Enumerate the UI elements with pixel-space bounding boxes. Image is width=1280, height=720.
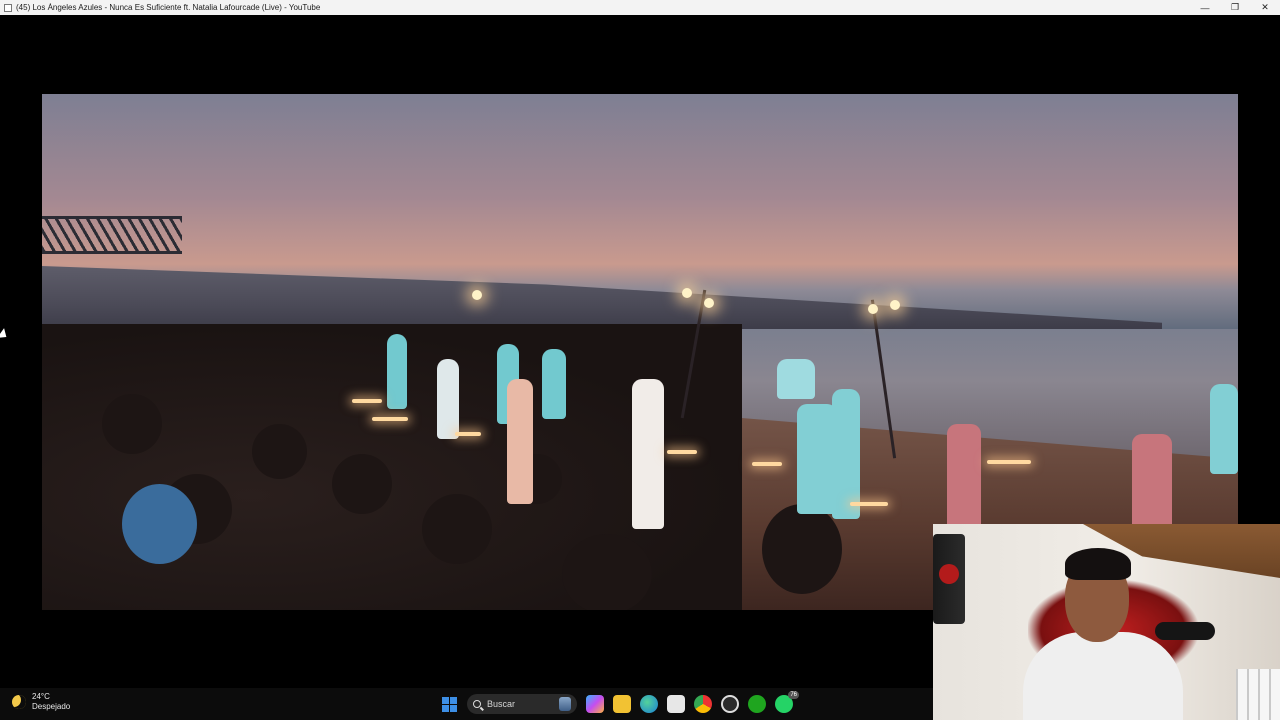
whatsapp-badge: 76 [788,691,799,699]
taskbar-search[interactable]: Buscar [467,694,577,714]
window-titlebar: (45) Los Ángeles Azules - Nunca Es Sufic… [0,0,1280,15]
stage-lamp [868,304,878,314]
windows-start-button[interactable] [440,695,458,713]
search-icon [473,700,481,708]
xbox-icon[interactable] [748,695,766,713]
pier-structure [42,266,1162,332]
webcam-overlay [933,524,1280,720]
weather-text: 24°C Despejado [32,692,70,712]
maximize-button[interactable]: ❐ [1220,0,1250,15]
crane-silhouette [42,216,182,254]
microphone [1155,622,1215,640]
search-label: Buscar [487,699,516,709]
weather-widget[interactable]: 24°C Despejado [12,692,70,712]
app-icon [4,3,12,12]
keyboard-player [947,424,981,534]
weather-temperature: 24°C [32,692,50,701]
streamer-body [1023,632,1183,720]
stage-light-bar [372,417,408,421]
keyboard-player [1132,434,1172,534]
weather-condition: Despejado [32,702,71,711]
singer [507,379,533,504]
taskbar: 24°C Despejado Buscar 76 [0,688,933,720]
audience-member [252,424,307,479]
stage-light-bar [987,460,1031,464]
audience-member [102,394,162,454]
store-icon[interactable] [667,695,685,713]
room-window [1236,669,1280,720]
obs-icon[interactable] [721,695,739,713]
taskbar-apps: Buscar 76 [440,691,799,714]
windows-start-icon [441,696,457,712]
stage-lamp [890,300,900,310]
band-member [387,334,407,409]
stage-lamp [682,288,692,298]
stage-light-bar [352,399,382,403]
stage-light-bar [667,450,697,454]
singer [632,379,664,529]
streamer-hair [1065,548,1131,580]
band-member [832,389,860,519]
band-member [1210,384,1238,474]
wall-flag [933,534,965,624]
close-button[interactable]: ✕ [1250,0,1280,15]
drummer [777,359,815,399]
band-member [437,359,459,439]
stage-lamp [472,290,482,300]
accordion-player [797,404,837,514]
audience-member [422,494,492,564]
edge-icon[interactable] [640,695,658,713]
folder-icon[interactable] [613,695,631,713]
audience-member-cap [122,484,197,564]
whatsapp-icon[interactable]: 76 [775,691,799,713]
window-title: (45) Los Ángeles Azules - Nunca Es Sufic… [16,3,321,12]
stage-lamp [704,298,714,308]
copilot-icon[interactable] [586,695,604,713]
search-highlight-icon [559,697,571,711]
stage-light-bar [455,432,481,436]
stage-light-bar [850,502,888,506]
minimize-button[interactable]: — [1190,0,1220,15]
mouse-cursor-icon [0,328,10,342]
audience-member [562,534,652,610]
stage-light-bar [752,462,782,466]
audience-member [332,454,392,514]
chrome-icon[interactable] [694,695,712,713]
moon-icon [12,695,26,709]
audience-member [762,504,842,594]
band-member [542,349,566,419]
